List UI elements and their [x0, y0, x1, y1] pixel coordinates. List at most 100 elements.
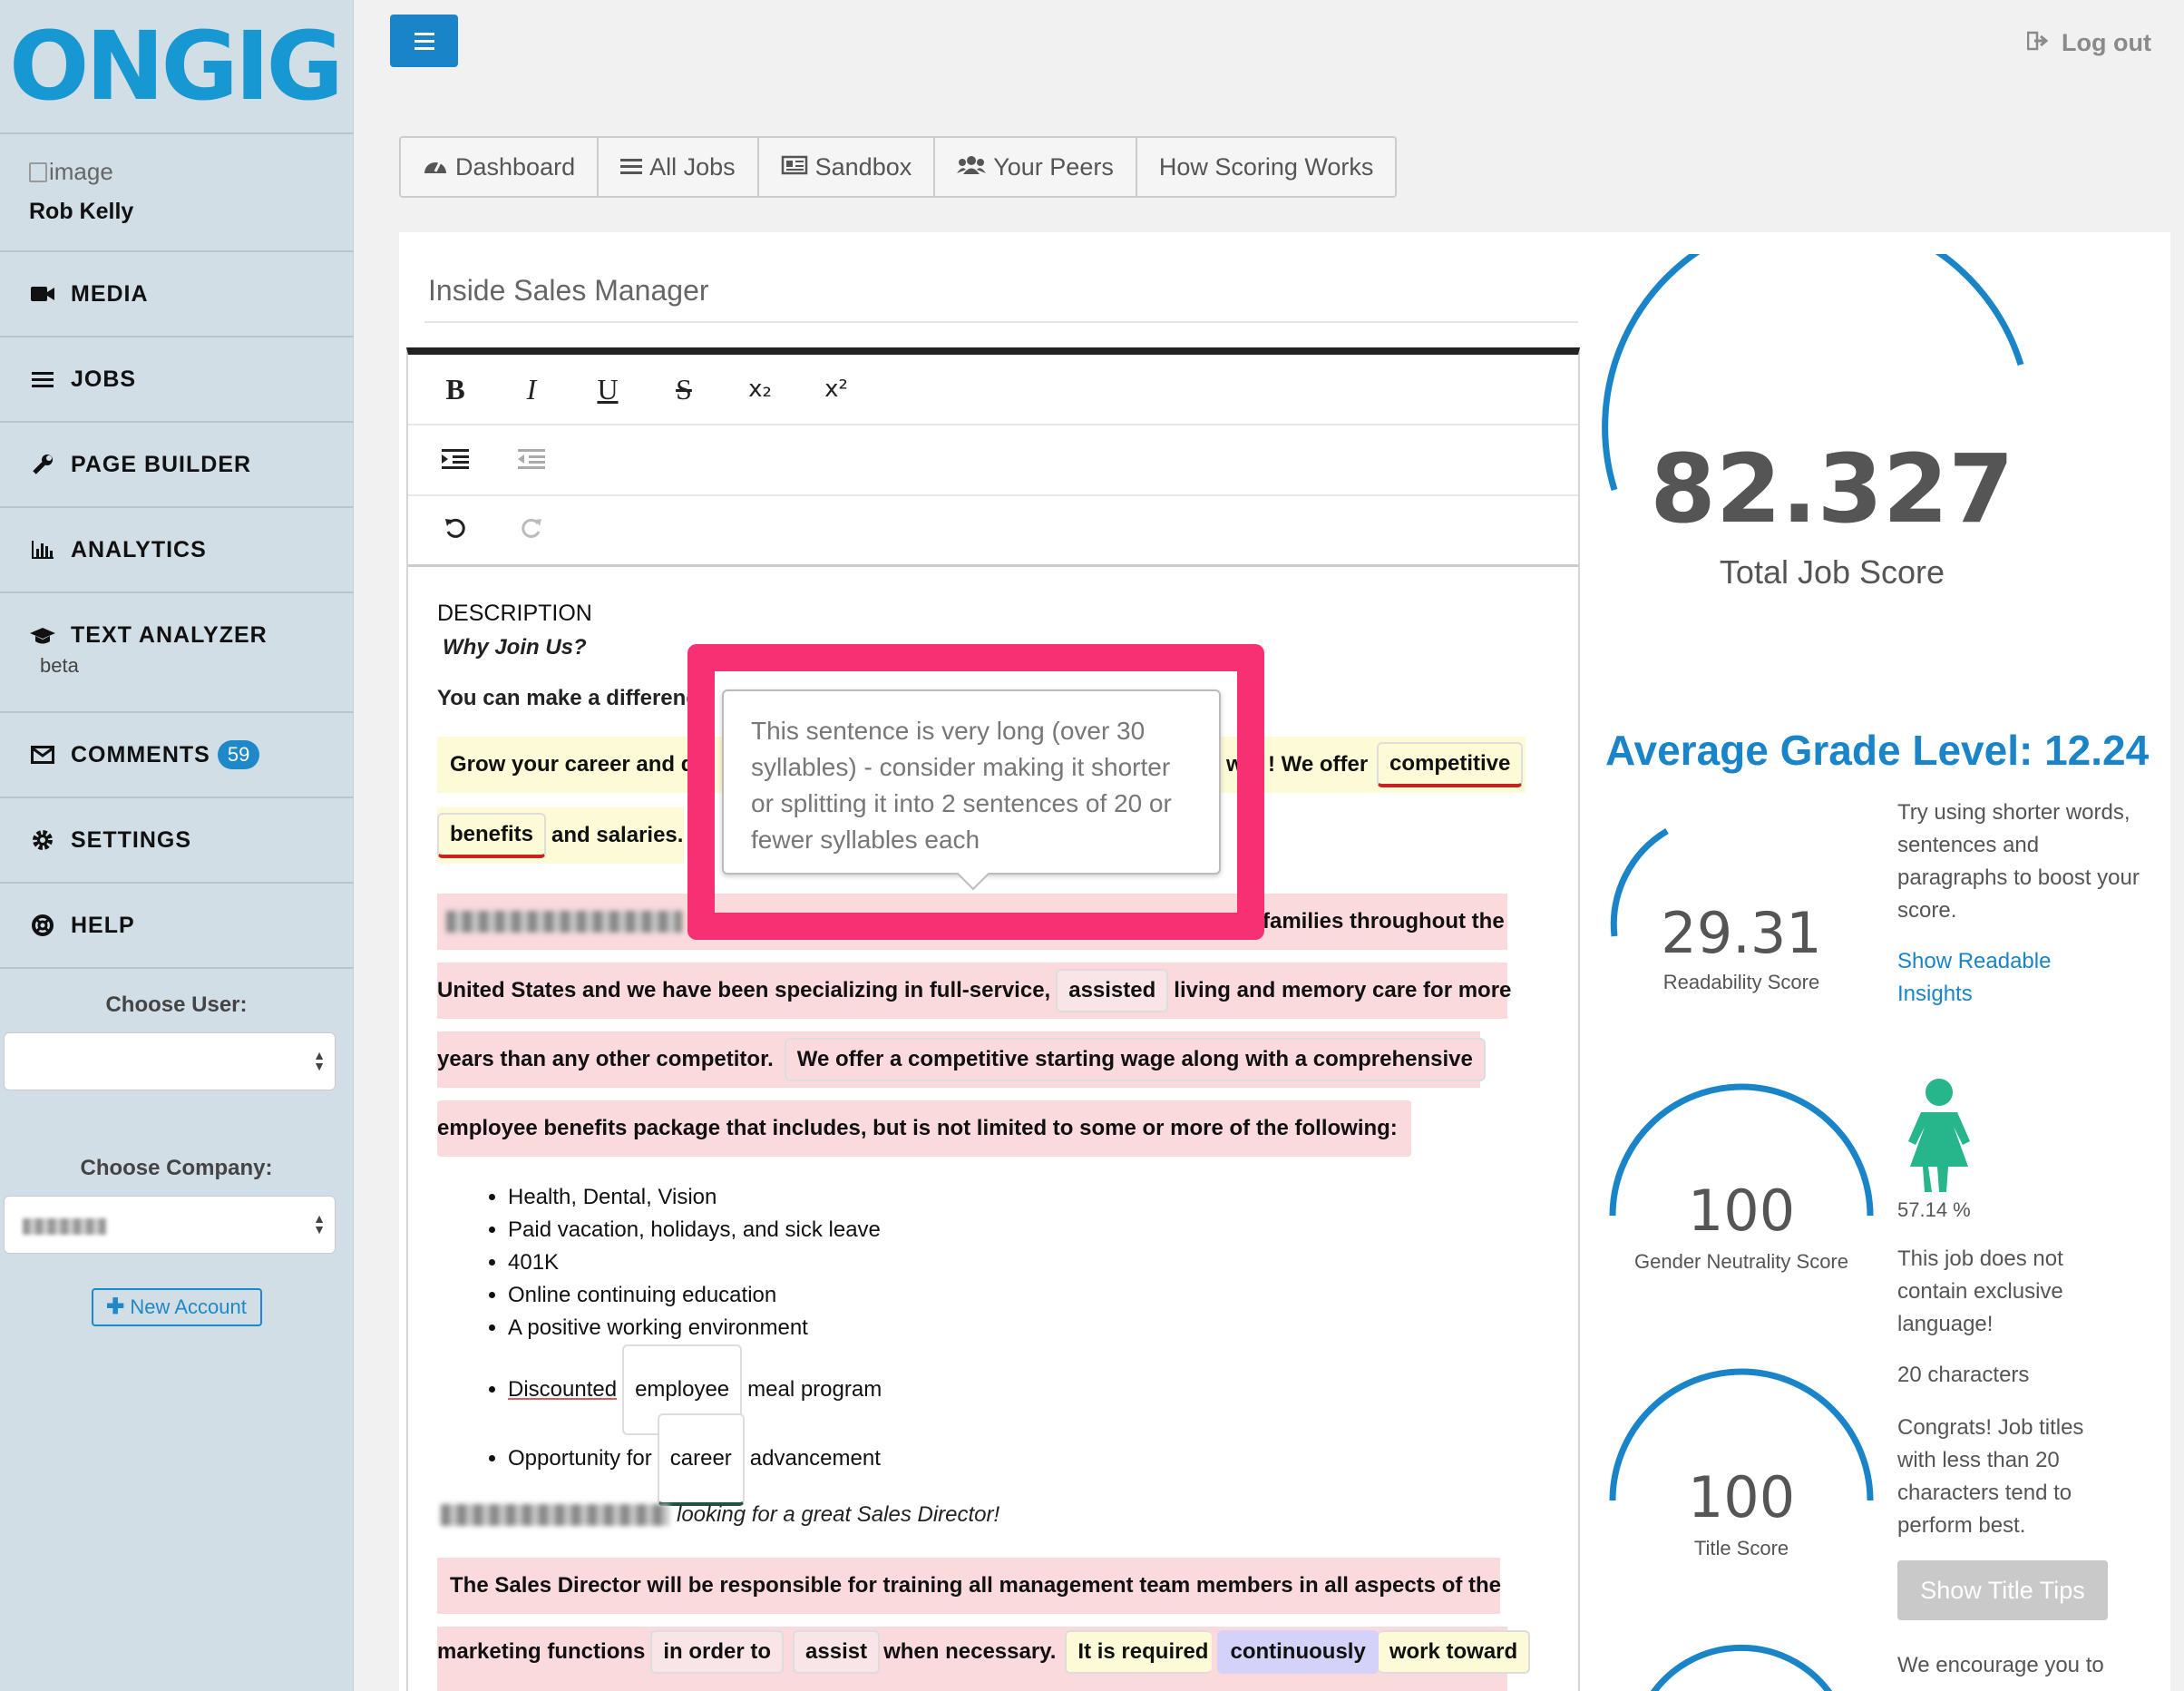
- long-sentence: employee benefits package that includes,…: [437, 1100, 1411, 1157]
- graduation-cap-icon: [29, 626, 56, 646]
- nav-help[interactable]: HELP: [0, 884, 353, 969]
- new-account-button[interactable]: ✚ New Account: [91, 1288, 262, 1326]
- nav-comments[interactable]: COMMENTS 59: [0, 713, 353, 798]
- title-score-label: Title Score: [1693, 1537, 1789, 1559]
- choose-user-select[interactable]: ▲ ▼: [4, 1032, 336, 1090]
- flagged-word[interactable]: career: [657, 1413, 745, 1506]
- nav-page-builder[interactable]: PAGE BUILDER: [0, 423, 353, 508]
- total-score-label: Total Job Score: [1719, 553, 1945, 591]
- female-figure-icon: [1908, 1079, 1970, 1192]
- nav-text-analyzer[interactable]: TEXT ANALYZER beta: [0, 593, 353, 713]
- nav-settings[interactable]: SETTINGS: [0, 798, 353, 884]
- flagged-word[interactable]: benefits: [437, 813, 547, 858]
- list-icon: [620, 153, 643, 181]
- logo[interactable]: ONGIG: [0, 0, 353, 134]
- dashboard-icon: [423, 153, 448, 181]
- description-heading: DESCRIPTION: [437, 601, 592, 626]
- list-item: Health, Dental, Vision: [508, 1181, 882, 1214]
- italic-button[interactable]: I: [515, 373, 548, 406]
- tab-your-peers[interactable]: Your Peers: [935, 138, 1137, 196]
- toolbar-format-row: B I U S x₂ x²: [408, 355, 1578, 425]
- sign-out-icon: [2026, 29, 2049, 57]
- rich-text-editor: B I U S x₂ x²: [406, 347, 1580, 1691]
- flagged-word[interactable]: assisted: [1056, 969, 1169, 1012]
- user-profile: image Rob Kelly: [0, 134, 353, 252]
- long-sentence: United States and we have been specializ…: [437, 963, 1511, 1019]
- flagged-word[interactable]: continuously: [1217, 1630, 1379, 1674]
- tab-dashboard[interactable]: Dashboard: [401, 138, 600, 196]
- gender-neutrality-score-label: Gender Neutrality Score: [1634, 1250, 1848, 1273]
- avatar: image: [29, 158, 353, 186]
- flagged-word[interactable]: in order to: [650, 1630, 785, 1674]
- redacted-company-name: [441, 1504, 669, 1526]
- job-title-input[interactable]: Inside Sales Manager: [428, 274, 709, 308]
- average-grade-level: Average Grade Level: 12.24: [1605, 727, 2150, 774]
- redacted-company-name: [446, 911, 682, 933]
- toolbar-indent-row: [408, 425, 1578, 496]
- strikethrough-button[interactable]: S: [668, 373, 700, 406]
- nav-media[interactable]: MEDIA: [0, 252, 353, 337]
- indent-icon[interactable]: [439, 444, 472, 477]
- list-item: A positive working environment: [508, 1312, 882, 1344]
- show-title-tips-button[interactable]: Show Title Tips: [1897, 1560, 2108, 1620]
- comments-badge: 59: [217, 740, 260, 769]
- hamburger-icon: [414, 32, 434, 35]
- user-name: Rob Kelly: [29, 199, 134, 224]
- title-underline: [424, 321, 1578, 323]
- long-sentence: marketing functions in order to assist w…: [437, 1627, 1531, 1691]
- encourage-text: We encourage you to: [1897, 1653, 2104, 1677]
- superscript-button[interactable]: x²: [820, 376, 853, 403]
- gender-percentage: 57.14 %: [1897, 1198, 1971, 1221]
- tab-all-jobs[interactable]: All Jobs: [599, 138, 759, 196]
- top-tabs: Dashboard All Jobs Sandbox Your Peers Ho…: [399, 136, 1398, 198]
- gender-neutrality-score-value: 100: [1687, 1178, 1796, 1244]
- benefits-list: Health, Dental, Vision Paid vacation, ho…: [508, 1181, 882, 1506]
- tab-how-scoring-works[interactable]: How Scoring Works: [1137, 138, 1396, 196]
- list-item: Paid vacation, holidays, and sick leave: [508, 1214, 882, 1246]
- title-score-value: 100: [1687, 1464, 1796, 1530]
- choose-user-label: Choose User:: [105, 992, 248, 1017]
- list-item: Opportunity forcareeradvancement: [508, 1413, 882, 1506]
- gear-icon: [29, 829, 56, 851]
- readability-score-label: Readability Score: [1662, 971, 1820, 993]
- tab-sandbox[interactable]: Sandbox: [759, 138, 936, 196]
- choose-company-select[interactable]: ▲ ▼: [4, 1196, 336, 1254]
- list-item: Online continuing education: [508, 1279, 882, 1312]
- outdent-icon[interactable]: [515, 444, 548, 477]
- looking-line: looking for a great Sales Director!: [441, 1502, 999, 1528]
- subscript-button[interactable]: x₂: [744, 376, 776, 403]
- flagged-word[interactable]: competitive: [1377, 742, 1524, 787]
- title-tip: Congrats! Job titles with less than 20 c…: [1897, 1415, 2084, 1538]
- title-character-count: 20 characters: [1897, 1363, 2030, 1387]
- why-join-heading: Why Join Us?: [443, 635, 587, 660]
- undo-icon[interactable]: [439, 513, 472, 547]
- menu-toggle-button[interactable]: [390, 15, 458, 67]
- gender-neutrality-tip: This job does not contain exclusive lang…: [1897, 1246, 2063, 1336]
- show-readable-insights-link[interactable]: Show Readable Insights: [1897, 945, 2079, 1011]
- next-score-gauge: [1650, 1644, 1833, 1691]
- highlighted-sentence: benefits and salaries.: [437, 807, 684, 864]
- video-camera-icon: [29, 284, 56, 304]
- underline-button[interactable]: U: [591, 373, 624, 406]
- choose-company-label: Choose Company:: [80, 1156, 273, 1180]
- readability-score-value: 29.31: [1661, 900, 1822, 966]
- total-score-value: 82.327: [1650, 434, 2014, 544]
- nav-analytics[interactable]: ANALYTICS: [0, 508, 353, 593]
- select-arrows-icon: ▲ ▼: [313, 1211, 326, 1236]
- list-icon: [29, 370, 56, 388]
- list-item: Discountedemployeemeal program: [508, 1344, 882, 1435]
- paragraph-text: You can make a differenc: [437, 686, 698, 710]
- lifebuoy-icon: [29, 914, 56, 937]
- nav-jobs[interactable]: JOBS: [0, 337, 353, 423]
- bar-chart-icon: [29, 540, 56, 560]
- flagged-word[interactable]: assist: [793, 1630, 881, 1674]
- company-value-redacted: [23, 1218, 106, 1235]
- redo-icon[interactable]: [515, 513, 548, 547]
- logout-link[interactable]: Log out: [2026, 29, 2151, 57]
- bold-button[interactable]: B: [439, 373, 472, 406]
- newspaper-icon: [781, 153, 808, 181]
- select-arrows-icon: ▲ ▼: [313, 1048, 326, 1073]
- tooltip: This sentence is very long (over 30 syll…: [722, 689, 1221, 875]
- sidebar: ONGIG image Rob Kelly MEDIA JOBS PAGE BU…: [0, 0, 354, 1691]
- list-item: 401K: [508, 1246, 882, 1279]
